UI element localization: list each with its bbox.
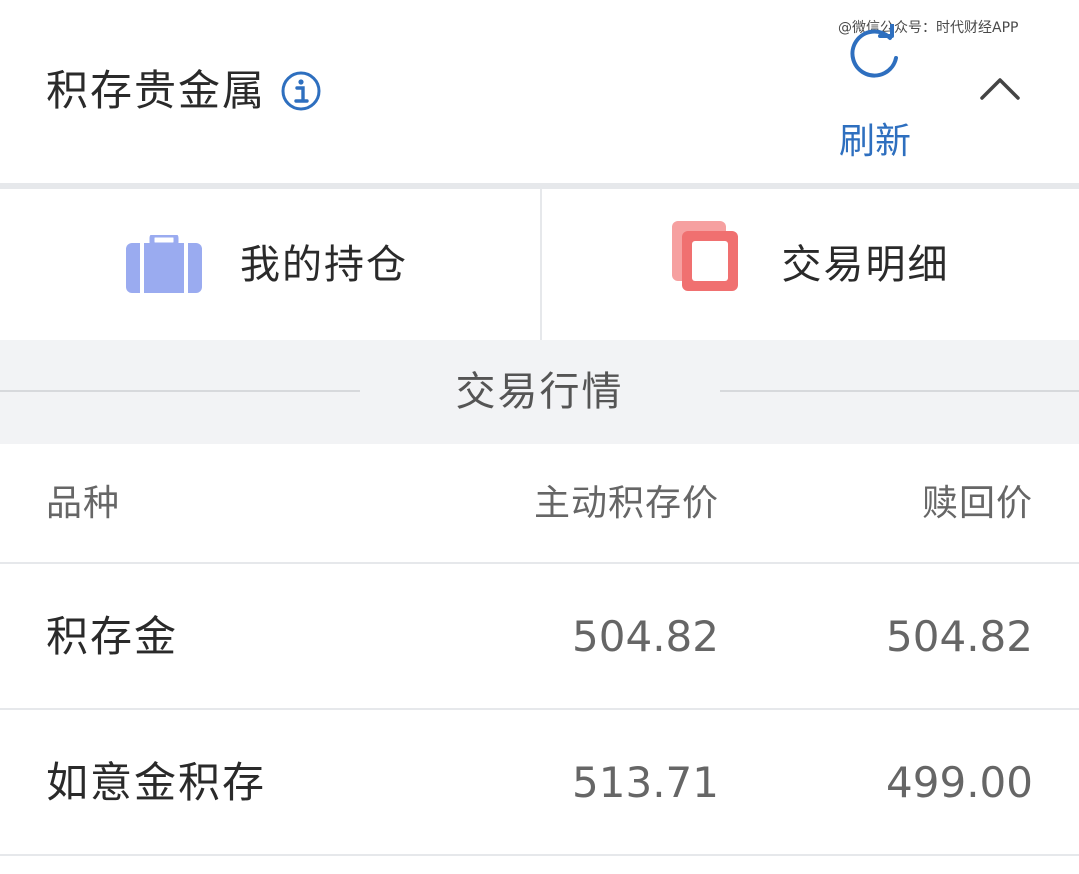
precious-metals-panel: 积存贵金属 @微信公众号：时代财经APP 刷新 我的持仓 交易明细 交易行情 品…	[0, 0, 1079, 874]
panel-header: 积存贵金属 @微信公众号：时代财经APP 刷新	[0, 0, 1079, 183]
transaction-details-label: 交易明细	[781, 242, 950, 288]
title-group: 积存贵金属	[46, 70, 322, 112]
page-title: 积存贵金属	[46, 66, 267, 115]
active-price-value: 513.71	[572, 758, 719, 807]
variety-name: 积存金	[46, 612, 179, 661]
column-header-variety: 品种	[46, 483, 121, 524]
my-holdings-button[interactable]: 我的持仓	[0, 189, 540, 340]
variety-name: 如意金积存	[46, 758, 267, 807]
briefcase-icon	[126, 235, 202, 293]
section-title: 交易行情	[455, 369, 624, 415]
redeem-price-value: 504.82	[886, 612, 1033, 661]
info-icon[interactable]	[280, 70, 322, 112]
column-header-active-price: 主动积存价	[533, 483, 719, 524]
refresh-icon	[850, 24, 898, 78]
my-holdings-label: 我的持仓	[240, 242, 408, 288]
table-row[interactable]: 如意金积存 513.71 499.00	[0, 710, 1079, 856]
refresh-label: 刷新	[838, 121, 911, 162]
table-header: 品种 主动积存价 赎回价	[0, 444, 1079, 564]
redeem-price-value: 499.00	[886, 758, 1033, 807]
table-row[interactable]: 积存金 504.82 504.82	[0, 564, 1079, 710]
copy-docs-icon	[671, 221, 738, 291]
chevron-up-icon[interactable]	[972, 66, 1028, 110]
active-price-value: 504.82	[572, 612, 719, 661]
action-row: 我的持仓 交易明细	[0, 189, 1079, 340]
transaction-details-button[interactable]: 交易明细	[539, 189, 1079, 340]
refresh-button[interactable]: 刷新	[830, 24, 920, 160]
column-header-redeem-price: 赎回价	[921, 483, 1033, 524]
